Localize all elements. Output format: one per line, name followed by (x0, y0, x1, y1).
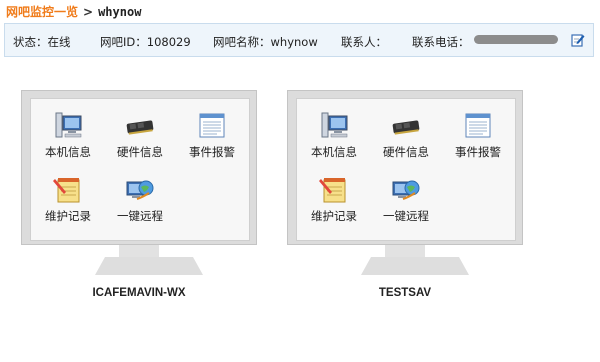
monitor-screen: 本机信息 硬件信息 事件报警 维护记录 一键远程 (296, 98, 516, 241)
memory-chip-icon (392, 120, 420, 135)
contact-field: 联系人： (341, 34, 387, 50)
maintenance-log-label: 维护记录 (311, 209, 357, 223)
remote-label: 一键远程 (383, 209, 429, 223)
phone-label: 联系电话： (412, 35, 470, 49)
hardware-info-button[interactable]: 硬件信息 (371, 111, 441, 160)
event-window-icon (465, 113, 491, 138)
monitor-stand (361, 257, 469, 275)
status-label: 状态： (13, 35, 48, 49)
breadcrumb-separator: > (83, 5, 94, 19)
netcafe-name-field: 网吧名称：whynow (213, 34, 318, 50)
notepad-pencil-icon (53, 178, 80, 203)
remote-label: 一键远程 (117, 209, 163, 223)
remote-button[interactable]: 一键远程 (371, 175, 441, 224)
event-alarm-label: 事件报警 (189, 145, 235, 159)
monitor-frame: 本机信息 硬件信息 事件报警 维护记录 一键远程 (21, 90, 257, 245)
event-alarm-button[interactable]: 事件报警 (443, 111, 513, 160)
event-window-icon (199, 113, 225, 138)
phone-field: 联系电话： (412, 34, 470, 50)
netcafe-id-label: 网吧ID： (100, 35, 147, 49)
contact-label: 联系人： (341, 35, 387, 49)
breadcrumb: 网吧监控一览 > whynow (6, 3, 141, 21)
monitor-screen: 本机信息 硬件信息 事件报警 维护记录 一键远程 (30, 98, 250, 241)
memory-chip-icon (126, 120, 154, 135)
monitor-stand (95, 257, 203, 275)
maintenance-log-label: 维护记录 (45, 209, 91, 223)
hardware-info-button[interactable]: 硬件信息 (105, 111, 175, 160)
computer-icon (321, 112, 348, 138)
remote-button[interactable]: 一键远程 (105, 175, 175, 224)
computer-name: ICAFEMAVIN-WX (92, 287, 186, 299)
breadcrumb-root-link[interactable]: 网吧监控一览 (6, 5, 78, 19)
netcafe-name-label: 网吧名称： (213, 35, 271, 49)
local-info-button[interactable]: 本机信息 (33, 111, 103, 160)
status-field: 状态：在线 (13, 34, 71, 50)
notepad-pencil-icon (319, 178, 346, 203)
local-info-button[interactable]: 本机信息 (299, 111, 369, 160)
computer-name: TESTSAV (378, 287, 432, 299)
maintenance-log-button[interactable]: 维护记录 (299, 175, 369, 224)
monitor-frame: 本机信息 硬件信息 事件报警 维护记录 一键远程 (287, 90, 523, 245)
netcafe-info-bar: 状态：在线 网吧ID：108029 网吧名称：whynow 联系人： 联系电话： (4, 23, 594, 57)
breadcrumb-current: whynow (98, 5, 142, 19)
maintenance-log-button[interactable]: 维护记录 (33, 175, 103, 224)
remote-desktop-icon (392, 180, 420, 200)
monitor-neck (119, 245, 159, 257)
event-alarm-button[interactable]: 事件报警 (177, 111, 247, 160)
netcafe-id-field: 网吧ID：108029 (100, 34, 191, 50)
computer-icon (55, 112, 82, 138)
monitor-neck (385, 245, 425, 257)
hardware-info-label: 硬件信息 (117, 145, 163, 159)
local-info-label: 本机信息 (45, 145, 91, 159)
netcafe-id-value: 108029 (146, 35, 191, 49)
remote-desktop-icon (126, 180, 154, 200)
netcafe-name-value: whynow (270, 35, 318, 49)
hardware-info-label: 硬件信息 (383, 145, 429, 159)
status-value: 在线 (47, 35, 71, 49)
local-info-label: 本机信息 (311, 145, 357, 159)
event-alarm-label: 事件报警 (455, 145, 501, 159)
edit-icon[interactable] (571, 33, 585, 47)
phone-redacted-bar (474, 35, 558, 44)
